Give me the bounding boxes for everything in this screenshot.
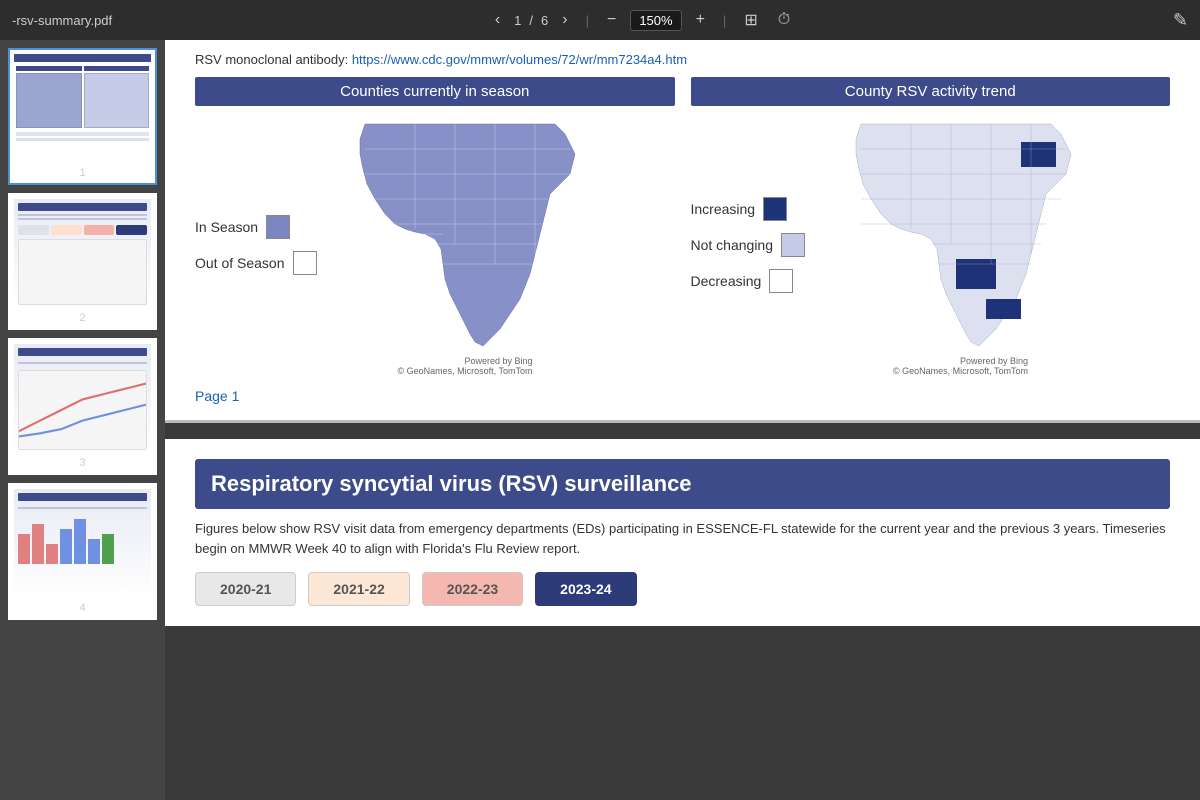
legend-left-in-season-label: In Season [195,219,258,235]
maps-row: Counties currently in season In Season O… [195,77,1170,376]
toolbar: -rsv-summary.pdf ‹ 1 / 6 › | − 150% + | … [0,0,1200,40]
legend-right: Increasing Not changing Decreasing [691,197,821,293]
year-tab-2023-24[interactable]: 2023-24 [535,572,636,606]
page-total: 6 [541,13,548,28]
next-page-button[interactable]: › [556,9,573,31]
thumb-4-label: 4 [14,602,151,614]
zoom-in-button[interactable]: + [690,9,711,31]
separator-bar2: | [723,13,726,28]
legend-right-decreasing-label: Decreasing [691,273,762,289]
legend-left-out-of-season-label: Out of Season [195,255,285,271]
history-button[interactable]: ⏱ [772,9,796,31]
map-left-with-legend: In Season Out of Season [195,114,675,376]
legend-left-out-of-season: Out of Season [195,251,325,275]
legend-right-increasing-box [763,197,787,221]
zoom-out-button[interactable]: − [601,9,622,31]
thumb-4-content [14,489,151,599]
thumb-1-label: 1 [14,167,151,179]
filename-label: -rsv-summary.pdf [12,13,112,28]
legend-right-not-changing-label: Not changing [691,237,774,253]
fl-map-left-wrap: Powered by Bing © GeoNames, Microsoft, T… [335,114,595,376]
year-tab-2021-22[interactable]: 2021-22 [308,572,409,606]
rsv-surveillance-title: Respiratory syncytial virus (RSV) survei… [195,459,1170,509]
content-area[interactable]: RSV monoclonal antibody: https://www.cdc… [165,40,1200,800]
toolbar-controls: ‹ 1 / 6 › | − 150% + | ⊞ ⏱ [489,8,796,32]
fl-map-left-svg [335,114,595,354]
legend-left: In Season Out of Season [195,215,325,275]
separator-bar: | [586,13,589,28]
map-left-title: Counties currently in season [195,77,675,106]
fit-page-button[interactable]: ⊞ [738,8,763,32]
thumb-4-generic [14,489,151,599]
page-1-top: RSV monoclonal antibody: https://www.cdc… [165,40,1200,423]
thumb-2-content [14,199,151,309]
rsv-description-text: Figures below show RSV visit data from e… [195,519,1170,558]
legend-left-in-season-box [266,215,290,239]
prev-page-button[interactable]: ‹ [489,9,506,31]
legend-right-decreasing: Decreasing [691,269,821,293]
rsv-link-anchor[interactable]: https://www.cdc.gov/mmwr/volumes/72/wr/m… [352,52,687,67]
page-current: 1 [514,13,521,28]
thumb-3-content [14,344,151,454]
thumb-2-generic [14,199,151,309]
map-right-credit: Powered by Bing © GeoNames, Microsoft, T… [893,356,1028,376]
year-tab-2020-21[interactable]: 2020-21 [195,572,296,606]
edit-button[interactable]: ✎ [1173,10,1188,31]
legend-right-increasing-label: Increasing [691,201,756,217]
sidebar-item-page-4[interactable]: 4 [8,483,157,620]
sidebar-item-page-3[interactable]: 3 [8,338,157,475]
rsv-link-row: RSV monoclonal antibody: https://www.cdc… [195,52,1170,67]
map-right-title: County RSV activity trend [691,77,1171,106]
thumb-3-label: 3 [14,457,151,469]
fl-map-right-svg [831,114,1091,354]
sidebar-item-page-1[interactable]: 1 [8,48,157,185]
thumb-3-generic [14,344,151,454]
sidebar: 1 2 [0,40,165,800]
thumb-1-content [14,54,151,164]
legend-left-in-season: In Season [195,215,325,239]
map-right-with-legend: Increasing Not changing Decreasing [691,114,1171,376]
map-section-left: Counties currently in season In Season O… [195,77,675,376]
year-tab-2022-23[interactable]: 2022-23 [422,572,523,606]
year-tabs-row: 2020-21 2021-22 2022-23 2023-24 [195,572,1170,606]
legend-right-not-changing: Not changing [691,233,821,257]
map-section-right: County RSV activity trend Increasing Not… [691,77,1171,376]
main-layout: 1 2 [0,40,1200,800]
rsv-link-prefix: RSV monoclonal antibody: [195,52,352,67]
page-1-label: Page 1 [195,388,1170,404]
legend-left-out-of-season-box [293,251,317,275]
fl-map-right-wrap: Powered by Bing © GeoNames, Microsoft, T… [831,114,1091,376]
page-2-card: Respiratory syncytial virus (RSV) survei… [165,439,1200,626]
map-left-credit: Powered by Bing © GeoNames, Microsoft, T… [398,356,533,376]
legend-right-increasing: Increasing [691,197,821,221]
legend-right-decreasing-box [769,269,793,293]
sidebar-item-page-2[interactable]: 2 [8,193,157,330]
page-1-card: RSV monoclonal antibody: https://www.cdc… [165,40,1200,423]
thumb-2-label: 2 [14,312,151,324]
page-separator: / [529,13,533,28]
filename-text: -rsv-summary.pdf [12,13,112,28]
page-divider [165,423,1200,431]
legend-right-not-changing-box [781,233,805,257]
zoom-level: 150% [630,10,681,31]
